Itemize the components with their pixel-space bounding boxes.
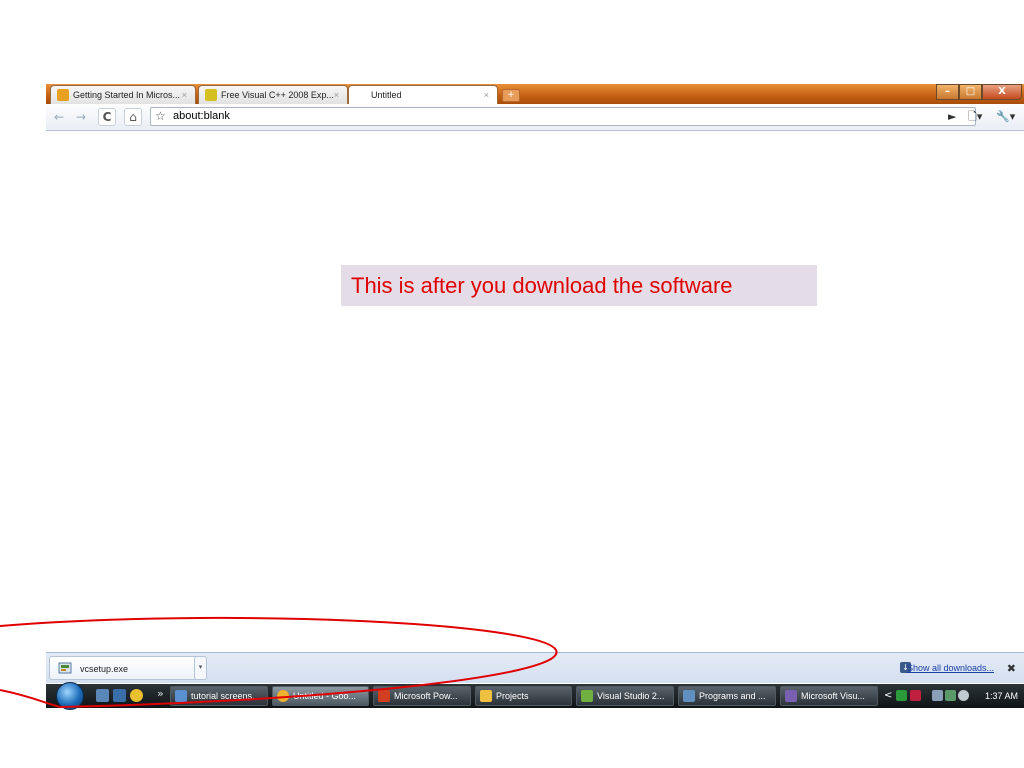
control-panel-icon <box>683 690 695 702</box>
go-button[interactable]: ► <box>948 108 956 126</box>
taskbar-item-visual-studio[interactable]: Visual Studio 2... <box>576 686 674 706</box>
tab-title: Untitled <box>371 90 402 100</box>
taskbar-item-chrome[interactable]: Untitled - Goo... <box>272 686 369 706</box>
show-desktop-icon[interactable] <box>96 689 109 702</box>
minimize-button[interactable]: – <box>936 84 959 100</box>
taskbar-item-label: tutorial screens... <box>191 691 260 701</box>
tray-monitor-icon[interactable] <box>945 690 956 701</box>
bookmark-star-icon[interactable]: ☆ <box>155 108 166 125</box>
tab-close-icon[interactable]: × <box>182 86 187 104</box>
taskbar-item-label: Projects <box>496 691 529 701</box>
installer-icon <box>581 690 593 702</box>
tray-app-icon-red[interactable] <box>910 690 921 701</box>
powerpoint-icon <box>378 690 390 702</box>
word-icon <box>175 690 187 702</box>
tray-app-icon-green[interactable] <box>896 690 907 701</box>
page-menu-button[interactable]: 🗋▾ <box>968 108 982 126</box>
taskbar: » tutorial screens... Untitled - Goo... … <box>46 682 1024 710</box>
tab-strip: Getting Started In Micros... × Free Visu… <box>46 84 1024 104</box>
chrome-icon <box>277 690 289 702</box>
download-item-menu-arrow[interactable]: ▾ <box>194 656 207 680</box>
visual-studio-icon <box>785 690 797 702</box>
system-tray: < 1:37 AM <box>882 684 1024 708</box>
maximize-button[interactable]: □ <box>959 84 982 100</box>
taskbar-item-label: Untitled - Goo... <box>293 691 357 701</box>
browser-toolbar: ← → C ⌂ ☆ about:blank ► 🗋▾ 🔧▾ <box>46 104 1024 131</box>
taskbar-item-label: Visual Studio 2... <box>597 691 665 701</box>
close-window-button[interactable]: X <box>982 84 1022 100</box>
taskbar-item-label: Programs and ... <box>699 691 766 701</box>
wrench-menu-button[interactable]: 🔧▾ <box>996 108 1015 126</box>
reload-button[interactable]: C <box>98 108 116 126</box>
url-text[interactable]: about:blank <box>173 108 230 125</box>
taskbar-item-tutorial-screens[interactable]: tutorial screens... <box>170 686 268 706</box>
tab-getting-started[interactable]: Getting Started In Micros... × <box>50 85 196 104</box>
tab-favicon-icon <box>205 89 217 101</box>
show-all-downloads-link[interactable]: Show all downloads... <box>907 653 994 684</box>
back-button[interactable]: ← <box>50 108 68 126</box>
close-download-shelf-button[interactable]: ✖ <box>1007 653 1016 684</box>
tray-volume-icon[interactable] <box>958 690 969 701</box>
switch-windows-icon[interactable] <box>113 689 126 702</box>
download-filename: vcsetup.exe <box>80 664 129 674</box>
address-bar[interactable]: ☆ about:blank <box>150 107 976 126</box>
tab-title: Getting Started In Micros... <box>73 90 181 100</box>
start-button[interactable] <box>56 682 84 710</box>
tab-title: Free Visual C++ 2008 Exp... <box>221 90 334 100</box>
new-tab-button[interactable]: + <box>502 89 520 102</box>
taskbar-clock[interactable]: 1:37 AM <box>985 684 1018 708</box>
folder-icon <box>480 690 492 702</box>
tray-expand-chevron[interactable]: < <box>884 684 892 708</box>
window-controls: – □ X <box>936 84 1022 100</box>
download-shelf: vcsetup.exe ▾ ↓ Show all downloads... ✖ <box>46 652 1024 683</box>
forward-button[interactable]: → <box>72 108 90 126</box>
tab-untitled[interactable]: Untitled × <box>348 85 498 104</box>
taskbar-item-label: Microsoft Visu... <box>801 691 865 701</box>
taskbar-item-programs-and-features[interactable]: Programs and ... <box>678 686 776 706</box>
installer-icon <box>58 662 72 674</box>
home-button[interactable]: ⌂ <box>124 108 142 126</box>
download-item[interactable]: vcsetup.exe <box>49 656 205 680</box>
annotation-callout: This is after you download the software <box>341 265 817 306</box>
taskbar-item-projects[interactable]: Projects <box>475 686 572 706</box>
tab-favicon-icon <box>57 89 69 101</box>
tray-network-icon[interactable] <box>932 690 943 701</box>
taskbar-item-label: Microsoft Pow... <box>394 691 458 701</box>
taskbar-item-microsoft-visual[interactable]: Microsoft Visu... <box>780 686 878 706</box>
quick-launch-chevron[interactable]: » <box>157 684 164 704</box>
tab-close-icon[interactable]: × <box>334 86 339 104</box>
browser-window: Getting Started In Micros... × Free Visu… <box>46 84 1024 707</box>
taskbar-item-powerpoint[interactable]: Microsoft Pow... <box>373 686 471 706</box>
tab-free-visual-cpp[interactable]: Free Visual C++ 2008 Exp... × <box>198 85 348 104</box>
tab-close-icon[interactable]: × <box>484 86 489 104</box>
messenger-icon[interactable] <box>130 689 143 702</box>
